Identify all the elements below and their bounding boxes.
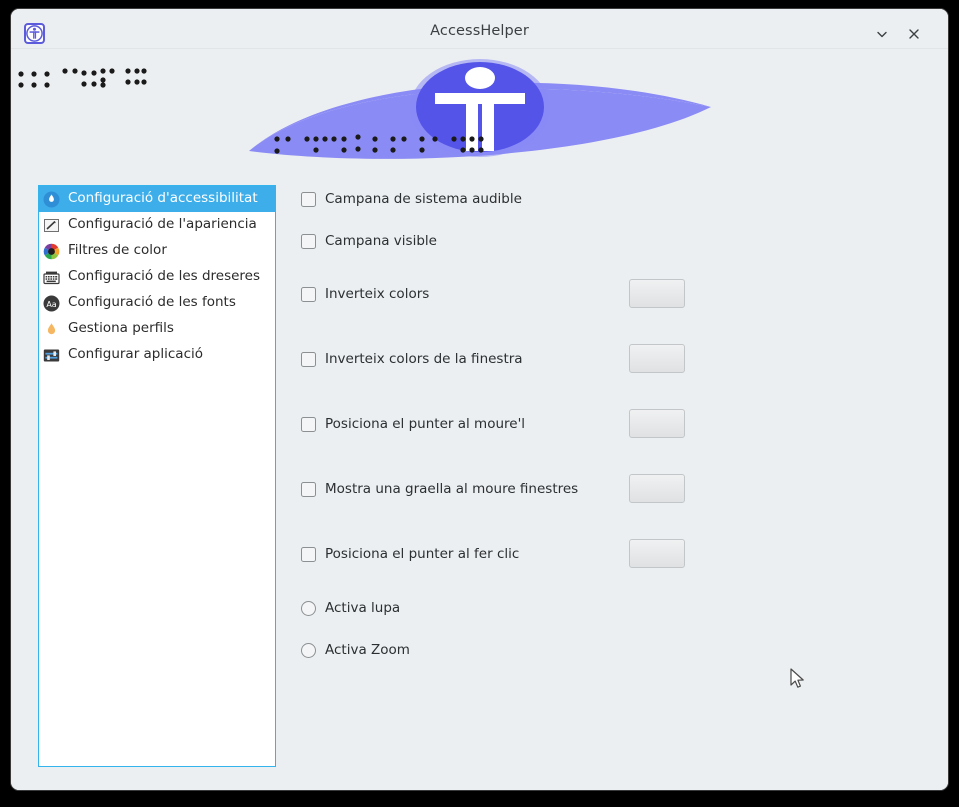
svg-text:Aa: Aa <box>46 300 56 309</box>
checkbox-invert-colors[interactable] <box>301 286 316 302</box>
sidebar-item-color-filters[interactable]: Filtres de color <box>39 238 275 264</box>
option-label: Inverteix colors de la finestra <box>325 351 523 367</box>
option-row-invert-colors: Inverteix colors <box>301 279 921 308</box>
sidebar-item-shortcuts[interactable]: Configuració de les dreseres <box>39 264 275 290</box>
option-row-invert-window-colors: Inverteix colors de la finestra <box>301 344 921 373</box>
option-row-pointer-on-click: Posiciona el punter al fer clic <box>301 539 921 568</box>
options-panel: Campana de sistema audible Campana visib… <box>301 181 921 790</box>
sidebar-item-label: Filtres de color <box>68 242 167 259</box>
sidebar-item-label: Configuració d'accessibilitat <box>68 190 258 207</box>
page-title: AccessHelper <box>430 23 529 39</box>
color-wheel-icon <box>42 242 61 261</box>
shortcut-button-invert-window-colors[interactable] <box>629 344 685 373</box>
option-label: Activa lupa <box>325 600 401 616</box>
pencil-appearance-icon <box>42 216 61 235</box>
main-content: Configuració d'accessibilitat Configurac… <box>11 181 948 790</box>
keyboard-icon <box>42 268 61 287</box>
close-x-icon[interactable] <box>902 22 926 46</box>
settings-sidebar: Configuració d'accessibilitat Configurac… <box>38 185 276 767</box>
checkbox-audible-bell[interactable] <box>301 191 316 207</box>
sidebar-item-label: Configuració de les fonts <box>68 294 236 311</box>
option-label: Campana de sistema audible <box>325 191 522 207</box>
desktop-background: AccessHelper Configuració d'accessibilit… <box>0 0 959 807</box>
sidebar-item-label: Configuració de l'apariencia <box>68 216 257 233</box>
checkbox-pointer-on-move[interactable] <box>301 416 316 432</box>
option-label: Mostra una graella al moure finestres <box>325 481 579 497</box>
sidebar-item-label: Configurar aplicació <box>68 346 204 363</box>
droplet-icon <box>42 320 61 339</box>
sidebar-item-profiles[interactable]: Gestiona perfils <box>39 316 275 342</box>
sliders-icon <box>42 346 61 365</box>
option-row-enable-magnifier: Activa lupa <box>301 594 921 622</box>
chevron-down-icon[interactable] <box>870 22 894 46</box>
accessibility-banner <box>11 49 948 181</box>
shortcut-button-grid-on-window-move[interactable] <box>629 474 685 503</box>
application-window: AccessHelper Configuració d'accessibilit… <box>10 8 949 791</box>
radio-enable-zoom[interactable] <box>301 642 316 658</box>
option-row-visible-bell: Campana visible <box>301 227 921 255</box>
shortcut-button-invert-colors[interactable] <box>629 279 685 308</box>
checkbox-invert-window-colors[interactable] <box>301 351 316 367</box>
checkbox-pointer-on-click[interactable] <box>301 546 316 562</box>
option-label: Posiciona el punter al moure'l <box>325 416 526 432</box>
checkbox-grid-on-window-move[interactable] <box>301 481 316 497</box>
sidebar-item-label: Configuració de les dreseres <box>68 268 261 285</box>
accessibility-hand-icon <box>42 190 61 209</box>
banner-graphic <box>18 59 711 159</box>
option-row-grid-on-window-move: Mostra una graella al moure finestres <box>301 474 921 503</box>
option-row-audible-bell: Campana de sistema audible <box>301 185 921 213</box>
sidebar-item-fonts[interactable]: Aa Configuració de les fonts <box>39 290 275 316</box>
option-label: Activa Zoom <box>325 642 410 658</box>
sidebar-item-appearance[interactable]: Configuració de l'apariencia <box>39 212 275 238</box>
sidebar-item-label: Gestiona perfils <box>68 320 174 337</box>
option-label: Inverteix colors <box>325 286 430 302</box>
font-aa-icon: Aa <box>42 294 61 313</box>
radio-enable-magnifier[interactable] <box>301 600 316 616</box>
checkbox-visible-bell[interactable] <box>301 233 316 249</box>
sidebar-item-accessibility[interactable]: Configuració d'accessibilitat <box>39 186 275 212</box>
option-row-pointer-on-move: Posiciona el punter al moure'l <box>301 409 921 438</box>
title-bar: AccessHelper <box>11 9 948 49</box>
option-label: Campana visible <box>325 233 437 249</box>
shortcut-button-pointer-on-click[interactable] <box>629 539 685 568</box>
sidebar-item-configure-app[interactable]: Configurar aplicació <box>39 342 275 368</box>
option-label: Posiciona el punter al fer clic <box>325 546 520 562</box>
option-row-enable-zoom: Activa Zoom <box>301 636 921 664</box>
shortcut-button-pointer-on-move[interactable] <box>629 409 685 438</box>
